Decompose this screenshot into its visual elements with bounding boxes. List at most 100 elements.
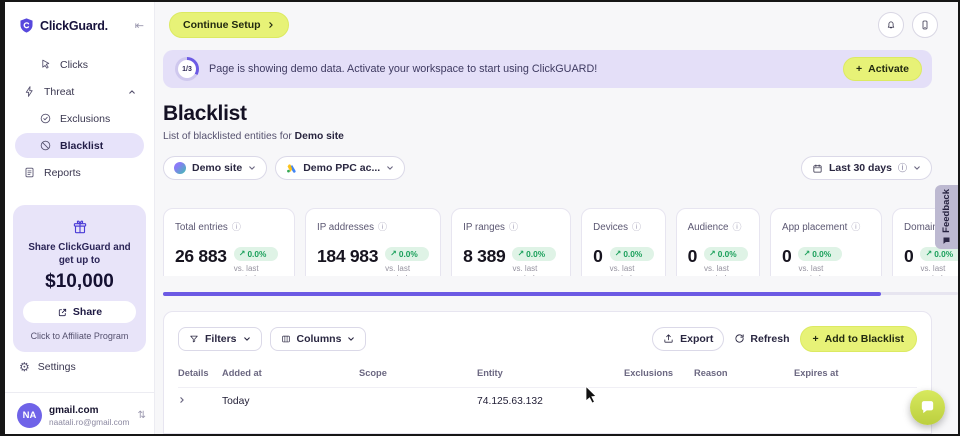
stat-label: Total entries (175, 222, 228, 233)
activate-button[interactable]: + Activate (843, 57, 922, 81)
cell-reason (694, 396, 794, 407)
trend-value: 0.0% (718, 249, 737, 259)
trend-value: 0.0% (812, 249, 831, 259)
page-title: Blacklist (163, 102, 932, 126)
trend-value: 0.0% (623, 249, 642, 259)
logo-text: ClickGuard. (40, 19, 108, 33)
stat-label: IP ranges (463, 222, 505, 233)
affiliate-link[interactable]: Click to Affiliate Program (31, 331, 129, 341)
report-icon (23, 166, 36, 179)
stat-label: Audience (688, 222, 729, 233)
cell-exclusions (624, 396, 694, 407)
stat-value: 26 883 (175, 247, 227, 266)
ban-icon (39, 139, 52, 152)
trend-value: 0.0% (526, 249, 545, 259)
trend-value: 0.0% (247, 249, 266, 259)
table-row[interactable]: Today 74.125.63.132 (178, 387, 917, 407)
stat-card-audience: Audienceⓘ 0 ↗0.0% vs. last period (676, 208, 760, 276)
stat-value: 0 (782, 247, 791, 266)
feedback-tab[interactable]: Feedback (935, 185, 958, 249)
info-icon[interactable]: ⓘ (898, 164, 907, 173)
info-icon[interactable]: ⓘ (232, 223, 241, 232)
column-header-added-at: Added at (222, 368, 359, 378)
row-expand-chevron[interactable] (178, 396, 222, 407)
export-button[interactable]: Export (652, 327, 724, 351)
chat-icon (919, 399, 936, 416)
ppc-account-selector[interactable]: Demo PPC ac... (275, 156, 405, 180)
setup-progress-ring: 1/3 (175, 57, 199, 81)
refresh-button[interactable]: Refresh (734, 333, 789, 345)
chevron-down-icon (248, 164, 256, 172)
stat-caption: vs. last period (385, 264, 429, 276)
promo-amount: $10,000 (45, 271, 114, 293)
date-range-selector[interactable]: Last 30 days ⓘ (801, 156, 932, 180)
sidebar-item-settings[interactable]: ⚙ Settings (5, 352, 154, 382)
info-icon[interactable]: ⓘ (732, 223, 741, 232)
calendar-icon (812, 163, 823, 174)
add-to-blacklist-button[interactable]: + Add to Blacklist (800, 326, 918, 352)
chevron-down-icon (386, 164, 394, 172)
chevron-right-icon (178, 396, 186, 404)
stat-value: 184 983 (317, 247, 378, 266)
page-subtitle-site: Demo site (295, 131, 344, 142)
plus-icon: + (856, 63, 862, 75)
external-link-icon (57, 307, 68, 318)
devices-button[interactable] (912, 12, 938, 38)
notifications-button[interactable] (878, 12, 904, 38)
click-icon (39, 58, 52, 71)
export-button-label: Export (680, 333, 713, 345)
user-menu[interactable]: NA gmail.com naatali.ro@gmail.com ⇅ (5, 393, 154, 436)
columns-button[interactable]: Columns (270, 327, 367, 351)
site-selector-label: Demo site (192, 162, 242, 174)
site-selector[interactable]: Demo site (163, 156, 267, 180)
columns-button-label: Columns (297, 333, 342, 345)
logo[interactable]: ClickGuard. ⇤ (5, 2, 154, 44)
refresh-icon (734, 333, 745, 344)
ppc-account-label: Demo PPC ac... (303, 162, 380, 174)
topbar-actions (878, 12, 938, 38)
device-icon (919, 19, 931, 31)
info-icon[interactable]: ⓘ (509, 223, 518, 232)
trend-up-icon: ↗ (615, 250, 622, 258)
sidebar-item-clicks[interactable]: Clicks (15, 52, 144, 77)
feedback-label: Feedback (941, 189, 952, 233)
share-button[interactable]: Share (23, 301, 136, 323)
filters-button[interactable]: Filters (178, 327, 262, 351)
continue-setup-button[interactable]: Continue Setup (169, 12, 289, 38)
stat-card-devices: Devicesⓘ 0 ↗0.0% vs. last period (581, 208, 665, 276)
trend-value: 0.0% (399, 249, 418, 259)
info-icon[interactable]: ⓘ (851, 223, 860, 232)
sidebar-item-blacklist[interactable]: Blacklist (15, 133, 144, 158)
app-window: ClickGuard. ⇤ Clicks Threat (0, 0, 960, 436)
stat-value: 0 (688, 247, 697, 266)
plus-icon: + (813, 333, 819, 345)
sidebar-item-threat[interactable]: Threat (15, 79, 144, 104)
info-icon[interactable]: ⓘ (378, 223, 387, 232)
demo-banner: 1/3 Page is showing demo data. Activate … (163, 50, 932, 88)
cards-scrollbar-thumb[interactable] (163, 292, 881, 296)
check-circle-icon (39, 112, 52, 125)
stat-label: IP addresses (317, 222, 374, 233)
user-email: naatali.ro@gmail.com (49, 417, 129, 427)
scope-filter-row: Demo site Demo PPC ac... (163, 156, 932, 180)
chevron-up-icon (128, 88, 136, 96)
chevron-down-icon (243, 335, 251, 343)
stat-caption: vs. last period (512, 264, 556, 276)
info-icon[interactable]: ⓘ (632, 223, 641, 232)
threat-icon (23, 85, 36, 98)
cell-expires-at (794, 396, 917, 407)
chat-widget-button[interactable] (910, 390, 945, 425)
stat-caption: vs. last period (798, 264, 842, 276)
sidebar-nav: Clicks Threat Exclusions (5, 44, 154, 185)
trend-badge: ↗0.0% (234, 247, 278, 261)
sidebar-collapse-icon[interactable]: ⇤ (135, 19, 144, 32)
trend-up-icon: ↗ (925, 250, 932, 258)
sidebar-item-reports[interactable]: Reports (15, 160, 144, 185)
stat-caption: vs. last period (704, 264, 748, 276)
page-header-area: 1/3 Page is showing demo data. Activate … (155, 48, 958, 180)
stat-card-ip-ranges: IP rangesⓘ 8 389 ↗0.0% vs. last period (451, 208, 571, 276)
sidebar-item-exclusions[interactable]: Exclusions (15, 106, 144, 131)
filters-button-label: Filters (205, 333, 237, 345)
cell-added-at: Today (222, 396, 359, 407)
user-name: gmail.com (49, 405, 129, 416)
